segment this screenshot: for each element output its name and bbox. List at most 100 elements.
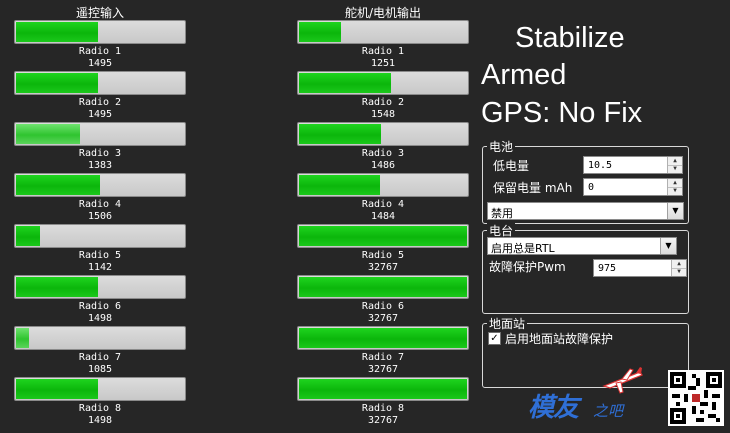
battery-failsafe-group: 电池 低电量 10.5 ▲ ▼ 保留电量 mAh 0 ▲ ▼ 禁用 ▼ xyxy=(482,138,689,224)
airplane-icon xyxy=(602,367,643,394)
rc-input-channel-label: Radio 8 xyxy=(78,403,122,414)
rc-input-channel-value: 1506 xyxy=(87,211,113,222)
rc-input-channel: Radio 6 1498 xyxy=(14,275,186,326)
servo-output-channel-label: Radio 3 xyxy=(361,148,405,159)
servo-output-bar xyxy=(297,173,469,197)
rc-input-bar-fill xyxy=(16,73,98,93)
radio-failsafe-mode-select[interactable]: 启用总是RTL ▼ xyxy=(487,237,677,255)
servo-output-bar xyxy=(297,20,469,44)
servo-output-channel-label: Radio 6 xyxy=(361,301,405,312)
rc-input-channel: Radio 3 1383 xyxy=(14,122,186,173)
servo-output-bar xyxy=(297,122,469,146)
failsafe-pwm-stepper[interactable]: 975 ▲ ▼ xyxy=(593,259,687,277)
servo-output-channel-label: Radio 1 xyxy=(361,46,405,57)
rc-input-bar-fill xyxy=(16,328,29,348)
rc-input-bar xyxy=(14,20,186,44)
rc-input-channel-value: 1383 xyxy=(87,160,113,171)
battery-action-select[interactable]: 禁用 ▼ xyxy=(487,202,684,220)
rc-input-channel: Radio 1 1495 xyxy=(14,20,186,71)
rc-input-channel-value: 1085 xyxy=(87,364,113,375)
rc-input-bar xyxy=(14,275,186,299)
armed-status: Armed xyxy=(481,59,567,91)
rc-input-channel: Radio 4 1506 xyxy=(14,173,186,224)
rc-input-channel-label: Radio 6 xyxy=(78,301,122,312)
servo-output-channel: Radio 4 1484 xyxy=(297,173,469,224)
rc-input-channel-value: 1142 xyxy=(87,262,113,273)
servo-output-bar xyxy=(297,326,469,350)
reserve-mah-value: 0 xyxy=(588,182,595,193)
watermark-logo-text: 模友 xyxy=(528,393,579,423)
servo-output-bar-fill xyxy=(299,73,391,93)
servo-output-bar-fill xyxy=(299,328,467,348)
servo-output-channel-value: 32767 xyxy=(367,364,399,375)
servo-output-channel: Radio 5 32767 xyxy=(297,224,469,275)
rc-input-bar-fill xyxy=(16,379,98,399)
servo-output-bar xyxy=(297,224,469,248)
servo-output-bar-fill xyxy=(299,226,467,246)
gcs-failsafe-label: 启用地面站故障保护 xyxy=(505,332,614,346)
servo-output-bar-fill xyxy=(299,379,467,399)
rc-input-bar xyxy=(14,71,186,95)
servo-output-channel-label: Radio 4 xyxy=(361,199,405,210)
chevron-down-icon[interactable]: ▼ xyxy=(667,203,683,219)
servo-output-channel: Radio 8 32767 xyxy=(297,377,469,428)
servo-output-bar-fill xyxy=(299,175,380,195)
failsafe-pwm-label: 故障保护Pwm xyxy=(489,260,566,274)
rc-input-bar xyxy=(14,326,186,350)
rc-input-bar xyxy=(14,173,186,197)
servo-output-channel-label: Radio 7 xyxy=(361,352,405,363)
rc-input-channel-value: 1498 xyxy=(87,313,113,324)
servo-output-bar xyxy=(297,275,469,299)
battery-action-value: 禁用 xyxy=(491,207,513,220)
rc-input-channel-label: Radio 3 xyxy=(78,148,122,159)
rc-input-bar-fill xyxy=(16,124,80,144)
stepper-down-icon[interactable]: ▼ xyxy=(668,165,682,173)
rc-input-channel: Radio 5 1142 xyxy=(14,224,186,275)
low-voltage-stepper[interactable]: 10.5 ▲ ▼ xyxy=(583,156,683,174)
servo-output-channel: Radio 1 1251 xyxy=(297,20,469,71)
low-voltage-value: 10.5 xyxy=(588,160,613,171)
servo-output-header: 舵机/电机输出 xyxy=(344,6,422,20)
watermark-logo-sub: 之吧 xyxy=(593,402,624,420)
rc-input-channel-value: 1498 xyxy=(87,415,113,426)
chevron-down-icon[interactable]: ▼ xyxy=(660,238,676,254)
rc-input-bar-fill xyxy=(16,277,98,297)
low-voltage-label: 低电量 xyxy=(493,159,530,173)
rc-input-header: 遥控输入 xyxy=(75,6,124,20)
stepper-down-icon[interactable]: ▼ xyxy=(668,187,682,195)
rc-input-bar xyxy=(14,224,186,248)
reserve-mah-stepper[interactable]: 0 ▲ ▼ xyxy=(583,178,683,196)
radio-failsafe-mode-value: 启用总是RTL xyxy=(491,242,555,255)
servo-output-channel-label: Radio 5 xyxy=(361,250,405,261)
radio-failsafe-group: 电台 启用总是RTL ▼ 故障保护Pwm 975 ▲ ▼ xyxy=(482,222,689,314)
servo-output-channel-label: Radio 8 xyxy=(361,403,405,414)
flight-mode-status: Stabilize xyxy=(515,22,625,54)
gps-status: GPS: No Fix xyxy=(481,97,643,129)
failsafe-pwm-value: 975 xyxy=(598,263,617,274)
servo-output-channel-value: 1486 xyxy=(370,160,396,171)
stepper-down-icon[interactable]: ▼ xyxy=(672,268,686,276)
reserve-mah-label: 保留电量 mAh xyxy=(493,181,573,195)
rc-input-channel-label: Radio 7 xyxy=(78,352,122,363)
qr-code-icon xyxy=(668,370,724,426)
servo-output-channel-value: 32767 xyxy=(367,415,399,426)
gcs-failsafe-group: 地面站 ✓ 启用地面站故障保护 xyxy=(482,315,689,388)
servo-output-bar-fill xyxy=(299,277,467,297)
servo-output-channel: Radio 2 1548 xyxy=(297,71,469,122)
rc-input-bar-fill xyxy=(16,175,100,195)
rc-input-bar xyxy=(14,377,186,401)
servo-output-channel: Radio 3 1486 xyxy=(297,122,469,173)
rc-input-bar-fill xyxy=(16,226,40,246)
servo-output-channel: Radio 6 32767 xyxy=(297,275,469,326)
servo-output-channel-value: 32767 xyxy=(367,313,399,324)
rc-input-channel: Radio 7 1085 xyxy=(14,326,186,377)
battery-group-title: 电池 xyxy=(487,138,516,155)
rc-input-channel-label: Radio 5 xyxy=(78,250,122,261)
servo-output-channel-label: Radio 2 xyxy=(361,97,405,108)
servo-output-channel: Radio 7 32767 xyxy=(297,326,469,377)
rc-input-channel: Radio 2 1495 xyxy=(14,71,186,122)
gcs-failsafe-checkbox[interactable]: ✓ xyxy=(488,332,501,345)
servo-output-channel-value: 1548 xyxy=(370,109,396,120)
rc-input-bar xyxy=(14,122,186,146)
servo-output-channel-value: 1251 xyxy=(370,58,396,69)
